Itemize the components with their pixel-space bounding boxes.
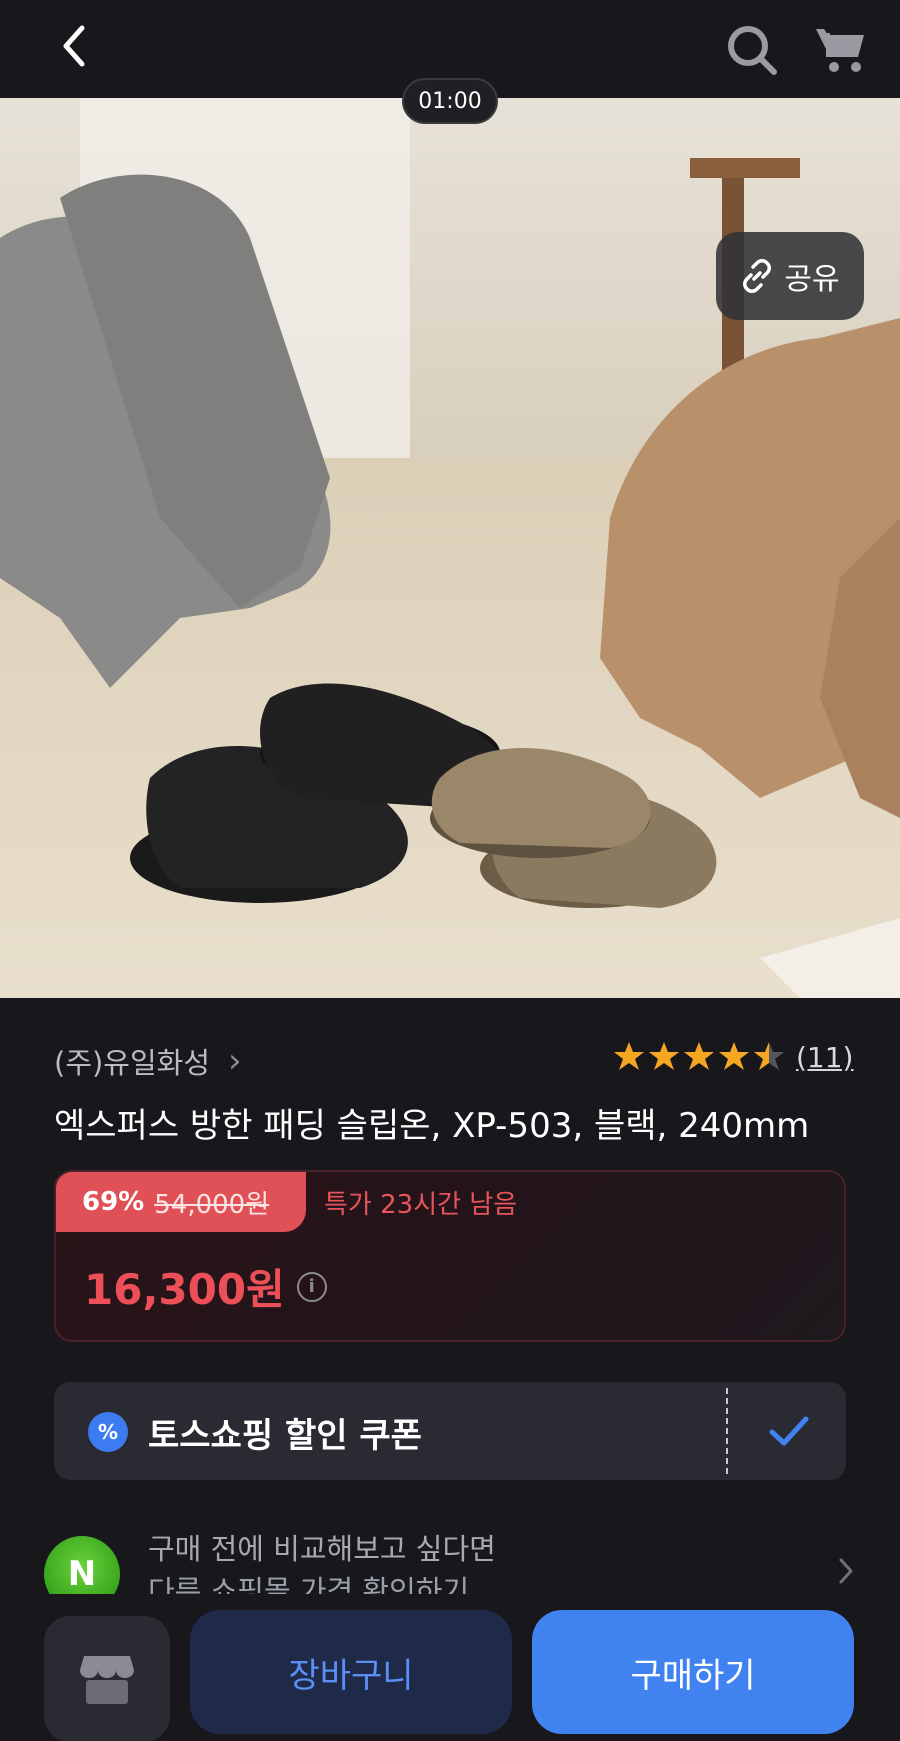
- product-image[interactable]: 공유: [0, 98, 900, 998]
- compare-line2: 다른 쇼핑몰 가격 확인하기: [148, 1574, 470, 1594]
- brand-link[interactable]: (주)유일화성 ›: [54, 1040, 242, 1082]
- compare-line1: 구매 전에 비교해보고 싶다면: [148, 1532, 496, 1566]
- discount-tag: 69% 54,000원: [56, 1172, 306, 1232]
- chevron-right-icon[interactable]: [836, 1556, 856, 1586]
- naver-logo-icon: N: [44, 1536, 120, 1594]
- sale-price-row: 16,300원 i: [84, 1256, 327, 1317]
- price-compare-row[interactable]: N 구매 전에 비교해보고 싶다면 다른 쇼핑몰 가격 확인하기: [44, 1524, 864, 1594]
- share-label: 공유: [784, 262, 840, 297]
- price-card: 69% 54,000원 특가 23시간 남음 16,300원 i: [54, 1170, 846, 1342]
- link-icon: [743, 259, 772, 293]
- chevron-left-icon: [63, 25, 85, 67]
- chevron-right-icon: ›: [228, 1041, 242, 1081]
- percent-icon: %: [88, 1412, 128, 1452]
- cart-icon: [816, 29, 864, 72]
- store-icon: [80, 1656, 134, 1704]
- product-title: 엑스퍼스 방한 패딩 슬립온, XP-503, 블랙, 240mm: [54, 1106, 810, 1146]
- coupon-divider: [726, 1388, 728, 1474]
- search-icon: [728, 26, 777, 75]
- star-rating-icon: [614, 1042, 784, 1070]
- brand-name: (주)유일화성: [54, 1046, 211, 1080]
- back-button[interactable]: [44, 16, 104, 76]
- store-button[interactable]: [44, 1616, 170, 1741]
- review-count[interactable]: (11): [796, 1041, 853, 1074]
- timer-badge: 01:00: [402, 78, 498, 124]
- coupon-row[interactable]: % 토스쇼핑 할인 쿠폰: [54, 1382, 846, 1480]
- sale-price: 16,300원: [84, 1265, 285, 1314]
- search-button[interactable]: [720, 18, 784, 82]
- rating[interactable]: (11): [612, 1040, 853, 1074]
- info-icon[interactable]: i: [296, 1271, 327, 1302]
- cart-button[interactable]: [808, 18, 874, 82]
- coupon-label: 토스쇼핑 할인 쿠폰: [148, 1416, 422, 1456]
- discount-percent: 69%: [82, 1187, 145, 1217]
- deal-countdown: 특가 23시간 남음: [324, 1190, 518, 1220]
- add-to-cart-button[interactable]: 장바구니: [190, 1610, 512, 1734]
- share-button[interactable]: 공유: [716, 232, 864, 320]
- checkmark-icon[interactable]: [764, 1406, 814, 1456]
- buy-now-button[interactable]: 구매하기: [532, 1610, 854, 1734]
- original-price: 54,000원: [154, 1189, 270, 1220]
